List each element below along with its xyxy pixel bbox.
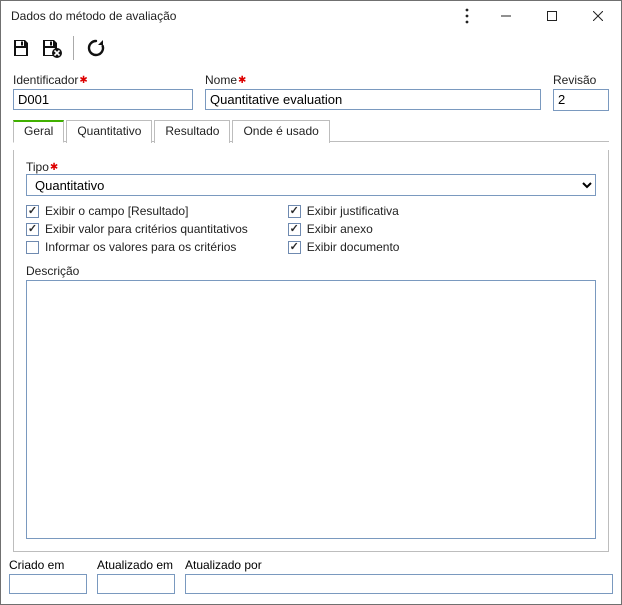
tab-panel-geral: Tipo✱ Quantitativo Exibir o campo [Resul… bbox=[13, 150, 609, 552]
descricao-textarea[interactable] bbox=[26, 280, 596, 539]
tipo-label: Tipo✱ bbox=[26, 160, 596, 174]
required-icon: ✱ bbox=[79, 75, 87, 86]
atualizado-em-input bbox=[97, 574, 175, 594]
check-label: Exibir documento bbox=[307, 240, 400, 254]
tipo-select[interactable]: Quantitativo bbox=[26, 174, 596, 196]
check-label: Exibir justificativa bbox=[307, 204, 399, 218]
window-title: Dados do método de avaliação bbox=[11, 9, 451, 23]
atualizado-por-label: Atualizado por bbox=[185, 558, 613, 572]
revisao-label: Revisão bbox=[553, 73, 609, 87]
save-close-button[interactable] bbox=[39, 36, 63, 60]
nome-label: Nome✱ bbox=[205, 73, 541, 87]
criado-em-input bbox=[9, 574, 87, 594]
window-controls bbox=[483, 1, 621, 31]
form-body: Identificador✱ Nome✱ Revisão 2 Geral Qua… bbox=[1, 65, 621, 552]
toolbar bbox=[1, 31, 621, 65]
tab-resultado[interactable]: Resultado bbox=[154, 120, 230, 143]
check-label: Exibir o campo [Resultado] bbox=[45, 204, 188, 218]
more-icon[interactable] bbox=[451, 8, 483, 24]
titlebar: Dados do método de avaliação bbox=[1, 1, 621, 31]
window: Dados do método de avaliação bbox=[0, 0, 622, 605]
save-button[interactable] bbox=[9, 36, 33, 60]
tab-onde[interactable]: Onde é usado bbox=[232, 120, 329, 143]
check-label: Exibir anexo bbox=[307, 222, 373, 236]
header-fields: Identificador✱ Nome✱ Revisão 2 bbox=[13, 73, 609, 111]
revisao-value: 2 bbox=[553, 89, 609, 111]
check-exibir-anexo[interactable] bbox=[288, 223, 301, 236]
required-icon: ✱ bbox=[50, 162, 58, 173]
check-exibir-justificativa[interactable] bbox=[288, 205, 301, 218]
criado-em-label: Criado em bbox=[9, 558, 87, 572]
check-informar-valores[interactable] bbox=[26, 241, 39, 254]
required-icon: ✱ bbox=[238, 75, 246, 86]
tab-quantitativo[interactable]: Quantitativo bbox=[66, 120, 152, 143]
minimize-button[interactable] bbox=[483, 1, 529, 31]
toolbar-separator bbox=[73, 36, 74, 60]
checkbox-group: Exibir o campo [Resultado] Exibir valor … bbox=[26, 204, 596, 254]
close-button[interactable] bbox=[575, 1, 621, 31]
identificador-label: Identificador✱ bbox=[13, 73, 193, 87]
footer: Criado em Atualizado em Atualizado por bbox=[1, 552, 621, 604]
descricao-label: Descrição bbox=[26, 264, 596, 278]
check-exibir-valor-criterios[interactable] bbox=[26, 223, 39, 236]
check-exibir-documento[interactable] bbox=[288, 241, 301, 254]
maximize-button[interactable] bbox=[529, 1, 575, 31]
check-exibir-resultado[interactable] bbox=[26, 205, 39, 218]
atualizado-por-input bbox=[185, 574, 613, 594]
identificador-input[interactable] bbox=[13, 89, 193, 110]
check-label: Exibir valor para critérios quantitativo… bbox=[45, 222, 248, 236]
atualizado-em-label: Atualizado em bbox=[97, 558, 175, 572]
tabstrip: Geral Quantitativo Resultado Onde é usad… bbox=[13, 119, 609, 142]
refresh-button[interactable] bbox=[84, 36, 108, 60]
check-label: Informar os valores para os critérios bbox=[45, 240, 236, 254]
nome-input[interactable] bbox=[205, 89, 541, 110]
tab-geral[interactable]: Geral bbox=[13, 120, 64, 143]
